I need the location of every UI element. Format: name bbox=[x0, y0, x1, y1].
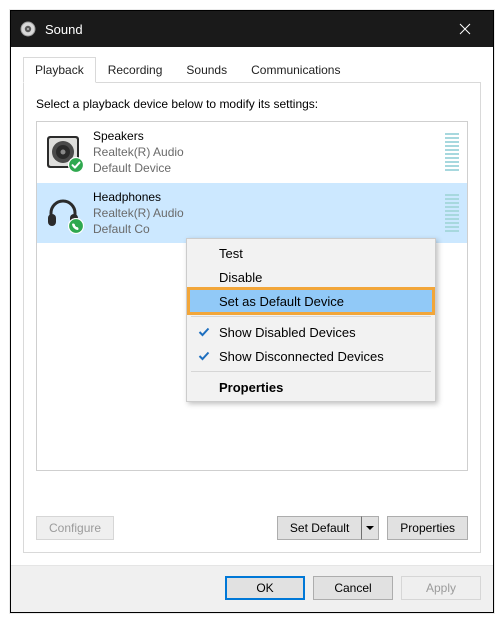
device-item-headphones[interactable]: Headphones Realtek(R) Audio Default Co bbox=[37, 183, 467, 244]
tab-bottom-buttons: Configure Set Default Properties bbox=[36, 516, 468, 540]
menu-item-set-default[interactable]: Set as Default Device bbox=[189, 289, 433, 313]
menu-item-test[interactable]: Test bbox=[189, 241, 433, 265]
device-info: Speakers Realtek(R) Audio Default Device bbox=[93, 128, 433, 177]
menu-item-label: Show Disabled Devices bbox=[219, 325, 356, 340]
check-icon bbox=[197, 349, 211, 363]
context-menu: Test Disable Set as Default Device Show … bbox=[186, 238, 436, 402]
set-default-button[interactable]: Set Default bbox=[277, 516, 361, 540]
device-driver: Realtek(R) Audio bbox=[93, 205, 433, 221]
device-status: Default Device bbox=[93, 160, 433, 176]
menu-item-label: Disable bbox=[219, 270, 262, 285]
device-name: Headphones bbox=[93, 189, 433, 205]
menu-item-show-disconnected[interactable]: Show Disconnected Devices bbox=[189, 344, 433, 368]
ok-button[interactable]: OK bbox=[225, 576, 305, 600]
set-default-split-button[interactable]: Set Default bbox=[277, 516, 379, 540]
client-area: Playback Recording Sounds Communications… bbox=[11, 47, 493, 565]
chevron-down-icon bbox=[366, 524, 374, 532]
headphones-icon bbox=[45, 195, 81, 231]
level-meter bbox=[445, 194, 459, 232]
menu-item-label: Show Disconnected Devices bbox=[219, 349, 384, 364]
sound-dialog: Sound Playback Recording Sounds Communic… bbox=[10, 10, 494, 613]
tab-communications[interactable]: Communications bbox=[239, 57, 352, 83]
level-meter bbox=[445, 133, 459, 171]
menu-item-disable[interactable]: Disable bbox=[189, 265, 433, 289]
window-title: Sound bbox=[45, 22, 445, 37]
device-item-speakers[interactable]: Speakers Realtek(R) Audio Default Device bbox=[37, 122, 467, 183]
menu-item-label: Properties bbox=[219, 380, 283, 395]
menu-item-properties[interactable]: Properties bbox=[189, 375, 433, 399]
default-comm-badge-icon bbox=[68, 218, 84, 234]
titlebar: Sound bbox=[11, 11, 493, 47]
check-icon bbox=[197, 325, 211, 339]
dialog-buttons: OK Cancel Apply bbox=[11, 565, 493, 612]
menu-item-label: Test bbox=[219, 246, 243, 261]
configure-button[interactable]: Configure bbox=[36, 516, 114, 540]
menu-separator bbox=[191, 316, 431, 317]
tab-sounds[interactable]: Sounds bbox=[174, 57, 239, 83]
app-icon bbox=[19, 20, 37, 38]
menu-item-label: Set as Default Device bbox=[219, 294, 344, 309]
menu-separator bbox=[191, 371, 431, 372]
apply-button[interactable]: Apply bbox=[401, 576, 481, 600]
cancel-button[interactable]: Cancel bbox=[313, 576, 393, 600]
device-driver: Realtek(R) Audio bbox=[93, 144, 433, 160]
device-status: Default Co bbox=[93, 221, 433, 237]
menu-item-show-disabled[interactable]: Show Disabled Devices bbox=[189, 320, 433, 344]
tab-strip: Playback Recording Sounds Communications bbox=[23, 57, 481, 83]
tab-recording[interactable]: Recording bbox=[96, 57, 175, 83]
instruction-text: Select a playback device below to modify… bbox=[36, 97, 468, 111]
close-button[interactable] bbox=[445, 11, 485, 47]
properties-button[interactable]: Properties bbox=[387, 516, 468, 540]
set-default-dropdown[interactable] bbox=[361, 516, 379, 540]
tab-playback[interactable]: Playback bbox=[23, 57, 96, 83]
default-badge-icon bbox=[68, 157, 84, 173]
device-info: Headphones Realtek(R) Audio Default Co bbox=[93, 189, 433, 238]
speaker-icon bbox=[45, 134, 81, 170]
device-name: Speakers bbox=[93, 128, 433, 144]
